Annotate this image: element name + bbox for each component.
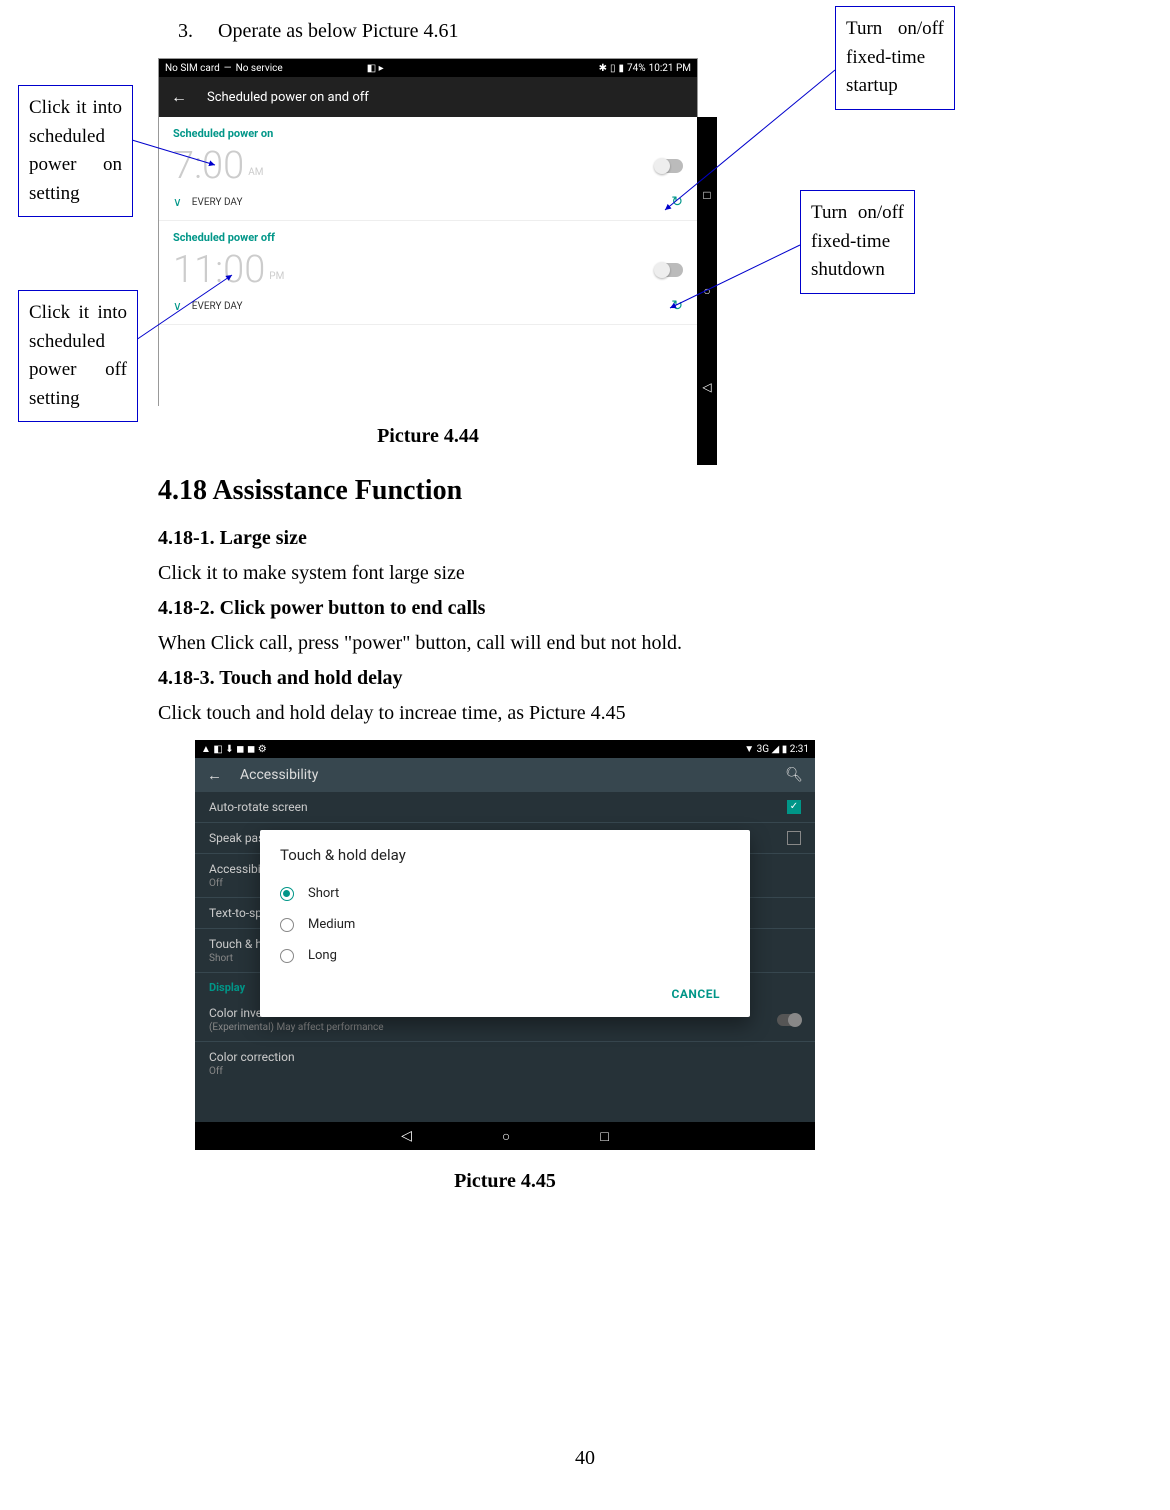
- radio-selected-icon: [280, 887, 294, 901]
- nav-recent-icon[interactable]: □: [600, 1128, 608, 1145]
- no-sim-text: No SIM card: [165, 63, 220, 74]
- radio-medium[interactable]: Medium: [280, 909, 730, 940]
- sub-4-18-1-text: Click it to make system font large size: [158, 560, 465, 586]
- sub-4-18-2-heading: 4.18-2. Click power button to end calls: [158, 595, 485, 621]
- callout-power-on-setting: Click it into scheduled power on setting: [18, 85, 133, 217]
- nav-bar-side: □ ○ ◁: [697, 117, 717, 465]
- no-service-text: No service: [236, 63, 283, 74]
- power-on-time-row[interactable]: 7:00 AM: [159, 144, 697, 188]
- power-off-repeat: EVERY DAY: [192, 301, 243, 312]
- section-power-on: Scheduled power on: [159, 117, 697, 144]
- section-power-off: Scheduled power off: [159, 221, 697, 248]
- label: Color correction: [209, 1050, 295, 1064]
- row-color-correction[interactable]: Color correction Off: [195, 1042, 815, 1085]
- touch-hold-dialog: Touch & hold delay Short Medium Long CAN…: [260, 830, 750, 1017]
- checkbox-unchecked-icon[interactable]: [787, 831, 801, 845]
- nav-bar: ◁ ○ □: [195, 1122, 815, 1150]
- refresh-icon[interactable]: ↻: [671, 298, 683, 314]
- power-off-ampm: PM: [269, 271, 284, 282]
- nav-home-icon[interactable]: ○: [502, 1128, 510, 1145]
- callout-startup-toggle: Turn on/off fixed-time startup: [835, 6, 955, 110]
- nav-home-icon[interactable]: ○: [703, 284, 710, 298]
- radio-icon: [280, 918, 294, 932]
- power-on-time: 7:00: [173, 144, 244, 188]
- radio-label: Medium: [308, 917, 355, 932]
- nav-back-icon[interactable]: ◁: [401, 1128, 412, 1144]
- network-type: 3G: [757, 744, 769, 755]
- sublabel: Off: [209, 1066, 295, 1077]
- caption-4-44: Picture 4.44: [158, 425, 698, 448]
- heading-4-18: 4.18 Assisstance Function: [158, 475, 462, 507]
- step-text: Operate as below Picture 4.61: [218, 20, 458, 42]
- battery-icon: ▮: [782, 744, 788, 755]
- checkbox-checked-icon[interactable]: ✓: [787, 800, 801, 814]
- radio-long[interactable]: Long: [280, 940, 730, 971]
- wifi-icon: ▼: [744, 744, 754, 755]
- app-bar: ← Accessibility 🔍︎: [195, 758, 815, 792]
- radio-label: Long: [308, 948, 337, 963]
- caption-4-45: Picture 4.45: [195, 1170, 815, 1193]
- color-inversion-toggle[interactable]: [777, 1014, 801, 1026]
- sub-4-18-3-text: Click touch and hold delay to increae ti…: [158, 700, 626, 726]
- back-icon[interactable]: ←: [171, 87, 187, 107]
- sublabel: (Experimental) May affect performance: [209, 1022, 384, 1033]
- power-off-time-row[interactable]: 11:00 PM: [159, 248, 697, 292]
- power-off-time: 11:00: [173, 248, 265, 292]
- app-bar: ← Scheduled power on and off: [159, 77, 697, 117]
- status-bar: No SIM card — No service ◧ ▸ ✱ ▯ ▮ 74% 1…: [159, 59, 697, 77]
- radio-label: Short: [308, 886, 339, 901]
- dialog-title: Touch & hold delay: [280, 846, 730, 864]
- battery-icon: ▮: [618, 63, 624, 74]
- power-on-repeat: EVERY DAY: [192, 197, 243, 208]
- radio-short[interactable]: Short: [280, 878, 730, 909]
- status-time: 10:21 PM: [649, 63, 691, 74]
- callout-shutdown-toggle: Turn on/off fixed-time shutdown: [800, 190, 915, 294]
- sub-4-18-2-text: When Click call, press "power" button, c…: [158, 630, 682, 656]
- status-time: 2:31: [790, 744, 809, 755]
- nav-recent-icon[interactable]: □: [703, 188, 710, 202]
- step-number: 3.: [178, 20, 213, 43]
- status-icons: ◧ ▸: [367, 63, 384, 74]
- sub-4-18-3-heading: 4.18-3. Touch and hold delay: [158, 665, 403, 691]
- screenshot-accessibility: ▲ ◧ ⬇ ◼ ◼ ⚙ ▼ 3G ◢ ▮ 2:31 ← Accessibilit…: [195, 740, 815, 1150]
- sub-4-18-1-heading: 4.18-1. Large size: [158, 525, 307, 551]
- search-icon[interactable]: 🔍︎: [785, 767, 803, 783]
- radio-icon: [280, 949, 294, 963]
- screenshot-scheduled-power: No SIM card — No service ◧ ▸ ✱ ▯ ▮ 74% 1…: [158, 58, 698, 406]
- status-left-icons: ▲ ◧ ⬇ ◼ ◼ ⚙: [201, 744, 267, 755]
- signal-icon: ◢: [772, 744, 780, 755]
- signal-icon: ▯: [610, 63, 616, 74]
- bluetooth-icon: ✱: [599, 63, 607, 74]
- power-on-ampm: AM: [248, 167, 263, 178]
- page-number: 40: [0, 1447, 1170, 1470]
- chevron-down-icon: ∨: [173, 195, 182, 209]
- power-on-repeat-row[interactable]: ∨ EVERY DAY ↻: [159, 188, 697, 221]
- nav-back-icon[interactable]: ◁: [702, 380, 711, 394]
- cancel-button[interactable]: CANCEL: [662, 981, 730, 1007]
- status-bar: ▲ ◧ ⬇ ◼ ◼ ⚙ ▼ 3G ◢ ▮ 2:31: [195, 740, 815, 758]
- chevron-down-icon: ∨: [173, 299, 182, 313]
- power-off-toggle[interactable]: [655, 263, 683, 277]
- power-off-repeat-row[interactable]: ∨ EVERY DAY ↻: [159, 292, 697, 325]
- back-icon[interactable]: ←: [207, 766, 222, 784]
- callout-power-off-setting: Click it into scheduled power off settin…: [18, 290, 138, 422]
- row-auto-rotate[interactable]: Auto-rotate screen ✓: [195, 792, 815, 823]
- divider: —: [224, 63, 232, 74]
- label: Auto-rotate screen: [209, 800, 308, 814]
- refresh-icon[interactable]: ↻: [671, 194, 683, 210]
- battery-percent: 74%: [627, 63, 646, 74]
- power-on-toggle[interactable]: [655, 159, 683, 173]
- screen-title: Accessibility: [240, 767, 318, 783]
- screen-title: Scheduled power on and off: [207, 90, 369, 105]
